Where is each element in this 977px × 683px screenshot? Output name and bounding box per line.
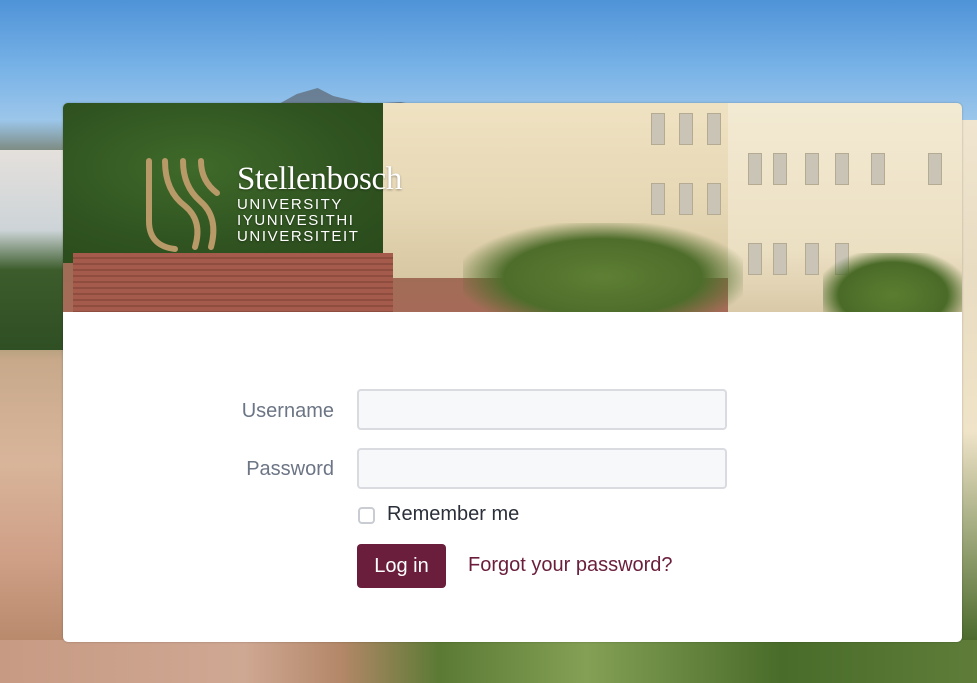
banner-window: [805, 153, 819, 185]
banner-window: [835, 153, 849, 185]
login-button[interactable]: Log in: [357, 544, 446, 588]
password-input[interactable]: [357, 448, 727, 489]
university-logo: Stellenbosch UNIVERSITY IYUNIVESITHI UNI…: [145, 151, 402, 255]
logo-wordmark: Stellenbosch UNIVERSITY IYUNIVESITHI UNI…: [237, 161, 402, 245]
password-label: Password: [246, 458, 334, 480]
login-card: Stellenbosch UNIVERSITY IYUNIVESITHI UNI…: [63, 103, 962, 642]
login-form: Username Password Remember me Log in For…: [63, 312, 962, 642]
banner-window: [707, 113, 721, 145]
stellenbosch-logo-icon: [146, 158, 220, 252]
banner-window: [679, 183, 693, 215]
banner-palms-right: [823, 253, 962, 312]
banner-stairs: [73, 253, 393, 312]
logo-sub-universiteit: UNIVERSITEIT: [237, 228, 360, 245]
forgot-password-link[interactable]: Forgot your password?: [468, 554, 673, 577]
remember-me-checkbox[interactable]: [358, 507, 375, 524]
remember-me-label[interactable]: Remember me: [387, 503, 519, 526]
banner-window: [805, 243, 819, 275]
banner-window: [748, 243, 762, 275]
login-button-label: Log in: [374, 554, 429, 577]
banner-window: [651, 183, 665, 215]
banner-window: [748, 153, 762, 185]
username-label: Username: [241, 400, 334, 422]
banner-window: [707, 183, 721, 215]
banner-palms: [463, 223, 743, 312]
banner-window: [679, 113, 693, 145]
banner-window: [773, 153, 787, 185]
logo-name: Stellenbosch: [237, 161, 403, 197]
banner-window: [651, 113, 665, 145]
banner-window: [871, 153, 885, 185]
banner-window: [928, 153, 942, 185]
username-input[interactable]: [357, 389, 727, 430]
logo-sub-iyunivesithi: IYUNIVESITHI: [237, 212, 355, 229]
campus-banner: Stellenbosch UNIVERSITY IYUNIVESITHI UNI…: [63, 103, 962, 312]
banner-window: [773, 243, 787, 275]
background-bottom-scene: [0, 640, 977, 683]
background-left-scene: [0, 150, 70, 350]
logo-sub-university: UNIVERSITY: [237, 196, 344, 213]
login-page: Stellenbosch UNIVERSITY IYUNIVESITHI UNI…: [0, 0, 977, 683]
